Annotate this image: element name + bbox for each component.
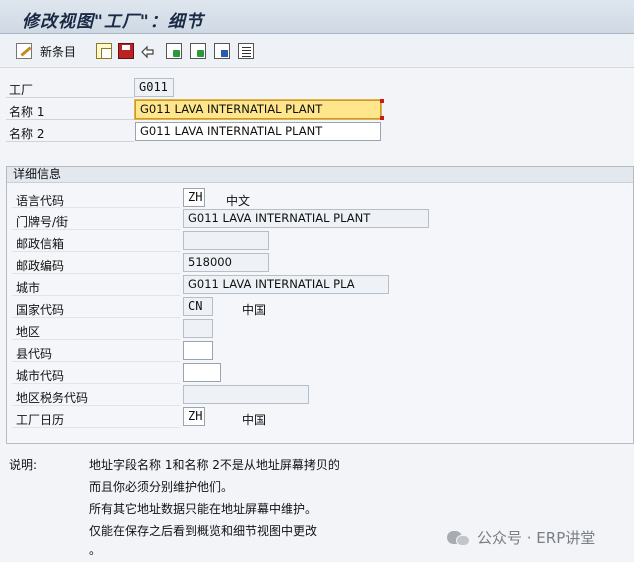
name1-input[interactable]: G011 LAVA INTERNATIAL PLANT xyxy=(134,99,382,120)
row-separator xyxy=(12,229,180,230)
factory-calendar-text: 中国 xyxy=(242,413,267,427)
postal-code-label: 邮政编码 xyxy=(16,259,65,273)
factory-calendar-input[interactable]: ZH xyxy=(183,407,205,426)
pobox-field xyxy=(183,231,269,250)
city-code-label: 城市代码 xyxy=(16,369,65,383)
name2-label: 名称 2 xyxy=(9,127,45,141)
row-separator xyxy=(12,383,180,384)
note-line: 地址字段名称 1和名称 2不是从地址屏幕拷贝的 xyxy=(89,458,340,472)
row-separator xyxy=(6,97,134,98)
list-icon xyxy=(238,43,254,59)
application-toolbar: 新条目 xyxy=(0,34,634,68)
next-entry-button[interactable] xyxy=(190,42,206,60)
new-entries-label: 新条目 xyxy=(40,44,77,59)
pobox-label: 邮政信箱 xyxy=(16,237,65,251)
city-field: G011 LAVA INTERNATIAL PLA xyxy=(183,275,389,294)
country-label: 国家代码 xyxy=(16,303,65,317)
country-field: CN xyxy=(183,297,213,316)
country-text: 中国 xyxy=(242,303,267,317)
select-all-icon xyxy=(214,43,230,59)
pencil-icon xyxy=(16,43,32,59)
delete-icon xyxy=(118,43,134,59)
required-indicator xyxy=(380,116,384,120)
plant-field: G011 xyxy=(134,78,174,97)
county-code-label: 县代码 xyxy=(16,347,53,361)
notes-label: 说明: xyxy=(9,458,38,472)
undo-change-button[interactable] xyxy=(140,42,156,60)
copy-as-button[interactable] xyxy=(96,42,112,60)
row-separator xyxy=(12,295,180,296)
copy-icon xyxy=(96,43,112,59)
city-code-input[interactable] xyxy=(183,363,221,382)
watermark: 公众号 · ERP讲堂 xyxy=(447,527,595,548)
note-line: 所有其它地址数据只能在地址屏幕中维护。 xyxy=(89,502,318,516)
note-line: 仅能在保存之后看到概览和细节视图中更改 xyxy=(89,524,318,538)
tax-jurisdiction-label: 地区税务代码 xyxy=(16,391,89,405)
factory-calendar-label: 工厂日历 xyxy=(16,413,65,427)
street-label: 门牌号/街 xyxy=(16,215,69,229)
row-separator xyxy=(6,119,134,120)
select-all-button[interactable] xyxy=(214,42,230,60)
note-line: 。 xyxy=(89,543,102,557)
street-field: G011 LAVA INTERNATIAL PLANT xyxy=(183,209,429,228)
row-separator xyxy=(12,207,180,208)
delete-button[interactable] xyxy=(118,42,134,60)
row-separator xyxy=(6,141,134,142)
window-title: 修改视图"工厂"：细节 xyxy=(22,12,204,32)
name2-input[interactable]: G011 LAVA INTERNATIAL PLANT xyxy=(135,122,381,141)
row-separator xyxy=(12,251,180,252)
print-list-button[interactable] xyxy=(238,42,254,60)
new-entries-button[interactable]: 新条目 xyxy=(16,42,76,60)
next-entry-icon xyxy=(190,43,206,59)
language-text: 中文 xyxy=(226,194,251,208)
row-separator xyxy=(12,339,180,340)
language-input[interactable]: ZH xyxy=(183,188,205,207)
previous-entry-icon xyxy=(166,43,182,59)
required-indicator xyxy=(380,99,384,103)
watermark-text: 公众号 · ERP讲堂 xyxy=(477,529,596,547)
note-line: 而且你必须分别维护他们。 xyxy=(89,480,234,494)
region-field xyxy=(183,319,213,338)
tax-jurisdiction-field xyxy=(183,385,309,404)
title-bar: 修改视图"工厂"：细节 xyxy=(0,0,634,34)
undo-icon xyxy=(141,45,154,59)
wechat-icon xyxy=(447,529,471,547)
row-separator xyxy=(12,405,180,406)
row-separator xyxy=(12,361,180,362)
plant-label: 工厂 xyxy=(9,83,34,97)
name1-label: 名称 1 xyxy=(9,105,45,119)
row-separator xyxy=(12,427,180,428)
row-separator xyxy=(12,273,180,274)
region-label: 地区 xyxy=(16,325,41,339)
row-separator xyxy=(12,317,180,318)
previous-entry-button[interactable] xyxy=(166,42,182,60)
county-code-input[interactable] xyxy=(183,341,213,360)
details-group-title: 详细信息 xyxy=(7,167,633,183)
city-label: 城市 xyxy=(16,281,41,295)
postal-code-field: 518000 xyxy=(183,253,269,272)
